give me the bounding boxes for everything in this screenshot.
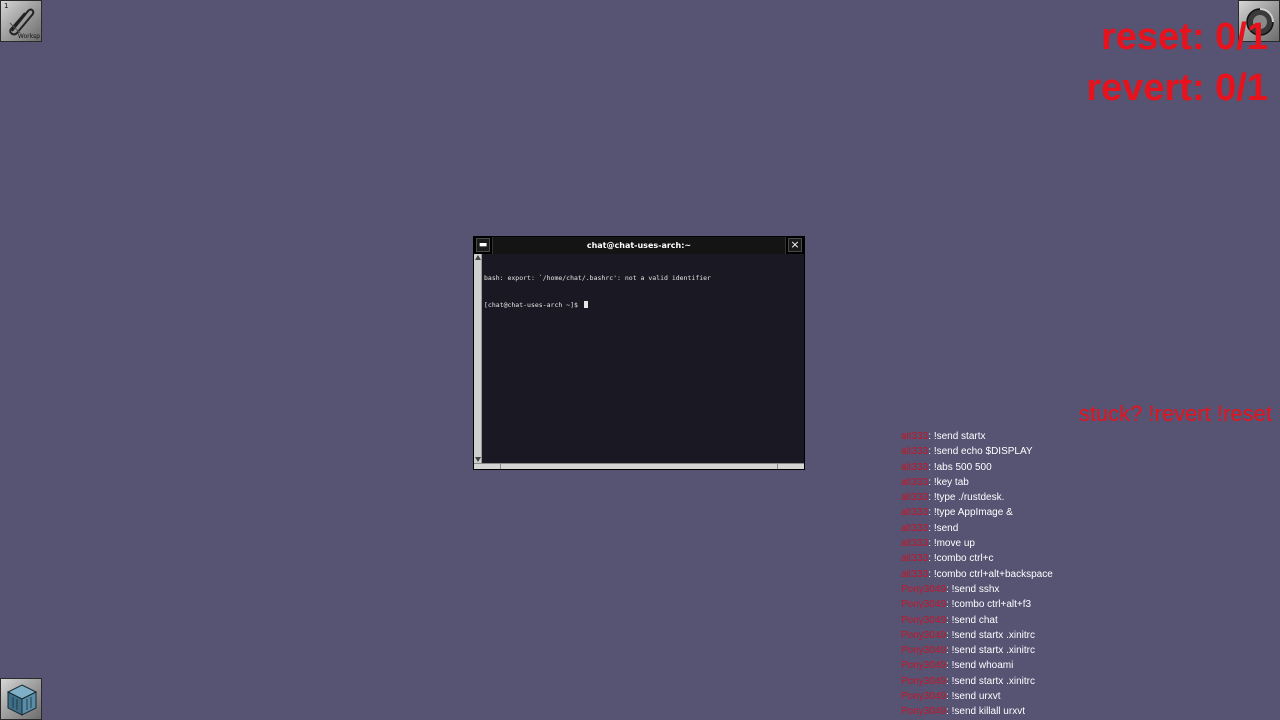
chat-text: !abs 500 500 [933,461,992,473]
chat-username: alt333 [901,553,929,565]
chat-username: Pony3049 [901,660,947,672]
chat-text: !key tab [933,476,969,488]
chat-message: alt333: !send [901,521,1280,536]
chat-text: !combo ctrl+alt+backspace [933,568,1053,580]
chat-username: alt333 [901,461,929,473]
chat-username: Pony3049 [901,706,947,718]
chat-text: !send urxvt [951,691,1001,703]
chat-username: Pony3049 [901,645,947,657]
terminal-titlebar[interactable]: ▬ chat@chat-uses-arch:~ × [474,237,804,254]
miniaturize-button[interactable]: ▬ [476,238,490,252]
close-button[interactable]: × [788,238,802,252]
terminal-launcher-icon[interactable] [0,678,42,720]
stuck-hint: stuck? !revert !reset [1078,401,1272,426]
chat-username: Pony3049 [901,599,947,611]
chat-text: !send chat [951,614,998,626]
cube-icon [6,684,38,716]
chat-username: alt333 [901,476,929,488]
chat-message: Pony3049: !combo ctrl+alt+f3 [901,597,1280,612]
chat-message: alt333: !send startx [901,429,1280,444]
terminal-window[interactable]: ▬ chat@chat-uses-arch:~ × bash: export: … [473,236,805,470]
chat-text: !type AppImage & [933,507,1013,519]
chat-message: Pony3049: !send whoami [901,658,1280,673]
chat-text: !type ./rustdesk. [933,492,1005,504]
chat-username: alt333 [901,492,929,504]
chat-text: !combo ctrl+alt+f3 [951,599,1032,611]
workspace-clip-icon[interactable]: 1 Worksp [0,0,42,42]
chat-message: Pony3049: !send startx .xinitrc [901,674,1280,689]
chat-message: Pony3049: !send chat [901,613,1280,628]
chat-message: alt333: !key tab [901,475,1280,490]
terminal-prompt-line: [chat@chat-uses-arch ~]$ [484,301,800,310]
resize-grip-left[interactable] [500,464,501,469]
window-resizebar[interactable] [474,463,804,469]
chat-text: !move up [933,538,975,550]
chat-text: !send killall urxvt [951,706,1025,718]
chat-message: Pony3049: !send startx .xinitrc [901,628,1280,643]
chat-username: alt333 [901,446,929,458]
terminal-output[interactable]: bash: export: `/home/chat/.bashrc': not … [484,256,800,328]
chat-message: alt333: !type AppImage & [901,505,1280,520]
chat-text: !send startx .xinitrc [951,645,1035,657]
chat-text: !send startx [933,431,986,442]
scroll-up-arrow-icon[interactable] [475,255,481,260]
chat-message: alt333: !move up [901,536,1280,551]
chat-username: alt333 [901,538,929,550]
chat-text: !send whoami [951,660,1014,672]
terminal-scrollbar[interactable] [474,254,482,463]
chat-username: Pony3049 [901,691,947,703]
chat-username: alt333 [901,522,929,534]
chat-text: !combo ctrl+c [933,553,994,565]
chat-message: Pony3049: !send startx .xinitrc [901,643,1280,658]
chat-message: Pony3049: !send urxvt [901,689,1280,704]
terminal-cursor [583,301,588,308]
chat-username: Pony3049 [901,675,947,687]
workspace-label: Worksp [17,33,40,40]
chat-username: alt333 [901,431,929,442]
terminal-prompt: [chat@chat-uses-arch ~]$ [484,301,582,309]
chat-text: !send startx .xinitrc [951,675,1035,687]
revert-counter: revert: 0/1 [1086,67,1268,109]
resize-grip-right[interactable] [777,464,778,469]
scroll-down-arrow-icon[interactable] [475,457,481,462]
chat-text: !send sshx [951,583,1000,595]
chat-message: alt333: !combo ctrl+alt+backspace [901,567,1280,582]
chat-message: alt333: !abs 500 500 [901,460,1280,475]
chat-text: !send [933,522,959,534]
chat-log: alt333: !send startx alt333: !send echo $… [901,429,1280,720]
terminal-line: bash: export: `/home/chat/.bashrc': not … [484,274,711,282]
chat-username: Pony3049 [901,583,947,595]
chat-message: alt333: !combo ctrl+c [901,551,1280,566]
chat-message: alt333: !send echo $DISPLAY [901,444,1280,459]
chat-text: !send startx .xinitrc [951,629,1035,641]
chat-text: !send echo $DISPLAY [933,446,1033,458]
chat-message: Pony3049: !send killall urxvt [901,704,1280,719]
window-title[interactable]: chat@chat-uses-arch:~ [492,237,786,254]
chat-message: Pony3049: !send sshx [901,582,1280,597]
chat-message: alt333: !type ./rustdesk. [901,490,1280,505]
chat-username: Pony3049 [901,629,947,641]
chat-username: alt333 [901,507,929,519]
chat-username: alt333 [901,568,929,580]
chat-username: Pony3049 [901,614,947,626]
reset-counter: reset: 0/1 [1101,16,1268,58]
